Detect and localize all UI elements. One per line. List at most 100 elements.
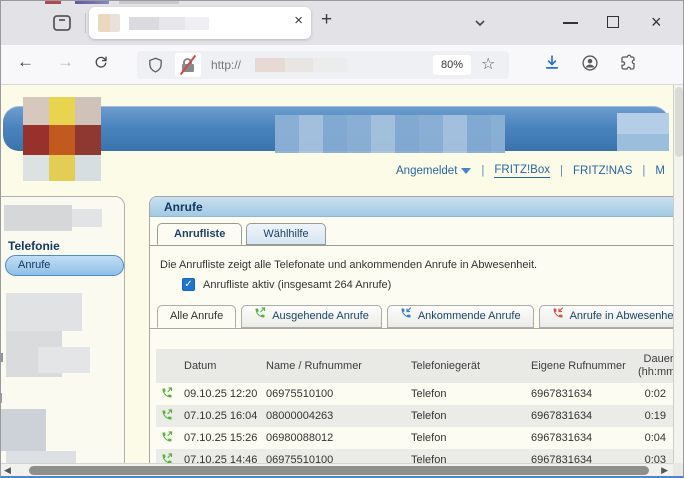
logged-in-menu[interactable]: Angemeldet [396, 165, 471, 177]
outgoing-call-icon [161, 387, 173, 402]
header-links: Angemeldet | FRITZ!Box | FRITZ!NAS | M [396, 164, 665, 178]
window-close-button[interactable]: × [651, 12, 662, 33]
insecure-lock-icon[interactable] [175, 53, 201, 77]
cell-rufnummer: 06980088012 [262, 432, 407, 444]
filter-tab-ausgehende[interactable]: Ausgehende Anrufe [241, 305, 382, 328]
missed-call-icon [552, 306, 564, 327]
anrufliste-aktiv-checkbox[interactable]: ✓ [182, 278, 195, 291]
tab-bar: × + × [1, 1, 683, 45]
horizontal-scrollbar-thumb[interactable] [29, 466, 649, 475]
cell-dauer: 0:04 [627, 432, 673, 445]
main-panel: Anrufe Anrufliste Wählhilfe Die Anruflis… [149, 196, 673, 463]
table-row: 09.10.25 12:20 06975510100 Telefon 69678… [156, 383, 673, 405]
checkbox-row: ✓ Anrufliste aktiv (insgesamt 264 Anrufe… [182, 278, 391, 291]
browser-window: × + × ← → http:// 80% ☆ [0, 0, 684, 478]
filter-tab-abwesenheit[interactable]: Anrufe in Abwesenheit [539, 305, 673, 328]
link-fritznas[interactable]: FRITZ!NAS [573, 165, 632, 177]
redacted-text-fragment [1, 353, 3, 362]
redacted-block [1, 409, 46, 451]
cell-rufnummer: 06975510100 [262, 388, 407, 400]
column-geraet: Telefoniegerät [407, 360, 527, 372]
back-button[interactable]: ← [17, 52, 34, 72]
scroll-left-arrow[interactable]: ◀ [4, 465, 11, 476]
scrollbar-corner [673, 463, 683, 477]
banner-model-redacted [617, 113, 669, 151]
dropdown-arrow-icon [461, 168, 471, 174]
table-row: 07.10.25 14:46 06975510100 Telefon 69678… [156, 449, 673, 463]
redacted-block [4, 205, 72, 231]
cell-eigene: 6967831634 [527, 388, 627, 400]
cell-rufnummer: 06975510100 [262, 454, 407, 463]
cell-eigene: 6967831634 [527, 454, 627, 463]
outgoing-call-icon [161, 453, 173, 464]
extensions-puzzle-icon[interactable] [619, 54, 637, 77]
vertical-scrollbar[interactable] [673, 85, 683, 463]
incoming-call-icon [400, 306, 412, 327]
redacted-text-fragment [1, 393, 2, 403]
outgoing-call-icon [161, 431, 173, 446]
cell-geraet: Telefon [407, 454, 527, 463]
outgoing-call-icon [254, 306, 266, 327]
cell-rufnummer: 08000004263 [262, 410, 407, 422]
reload-button[interactable] [93, 54, 109, 75]
view-tabs: Anrufliste Wählhilfe [150, 224, 673, 246]
cell-datum: 07.10.25 14:46 [180, 454, 262, 463]
cell-dauer: 0:19 [627, 410, 673, 423]
account-icon[interactable] [581, 54, 599, 77]
zoom-level-button[interactable]: 80% [433, 55, 471, 75]
window-maximize-button[interactable] [607, 16, 619, 28]
cell-geraet: Telefon [407, 432, 527, 444]
tracking-shield-icon[interactable] [147, 56, 164, 79]
link-separator: | [560, 165, 563, 177]
screen-edge-artifact [75, 1, 109, 4]
vertical-scrollbar-thumb[interactable] [675, 87, 683, 157]
url-scheme-text: http:// [211, 58, 241, 72]
sidebar-menu: Telefonie Anrufe [1, 196, 125, 463]
window-minimize-button[interactable] [563, 22, 578, 24]
call-filter-tabs: Alle Anrufe Ausgehende Anrufe Ankommende… [150, 305, 673, 329]
cell-eigene: 6967831634 [527, 432, 627, 444]
download-icon[interactable] [543, 54, 561, 77]
cell-datum: 07.10.25 16:04 [180, 410, 262, 422]
url-bar[interactable]: http:// 80% ☆ [137, 51, 509, 79]
tab-anrufliste[interactable]: Anrufliste [157, 223, 242, 245]
screen-edge-artifact [119, 1, 179, 4]
forward-button[interactable]: → [57, 52, 74, 72]
link-clipped[interactable]: M [655, 165, 665, 177]
navigation-toolbar: ← → http:// 80% ☆ [1, 45, 683, 85]
page-title: Anrufe [150, 197, 673, 217]
checkbox-label: Anrufliste aktiv (insgesamt 264 Anrufe) [203, 279, 391, 291]
cell-eigene: 6967831634 [527, 410, 627, 422]
bookmark-star-icon[interactable]: ☆ [481, 54, 495, 74]
table-row: 07.10.25 15:26 06980088012 Telefon 69678… [156, 427, 673, 449]
filter-tab-ankommende[interactable]: Ankommende Anrufe [387, 305, 534, 328]
description-text: Die Anrufliste zeigt alle Telefonate und… [160, 259, 537, 271]
column-dauer: Dauer(hh:mm) [627, 353, 673, 379]
banner-title-redacted [275, 115, 505, 153]
link-separator: | [642, 165, 645, 177]
tab-waehlhilfe[interactable]: Wählhilfe [246, 223, 325, 245]
cell-geraet: Telefon [407, 388, 527, 400]
tab-favicon-redacted [98, 14, 120, 32]
table-header-row: Datum Name / Rufnummer Telefoniegerät Ei… [156, 349, 673, 383]
link-separator: | [481, 165, 484, 177]
new-tab-button[interactable]: + [321, 9, 332, 31]
list-tabs-chevron-icon[interactable] [473, 16, 487, 35]
link-fritzbox[interactable]: FRITZ!Box [494, 164, 550, 178]
scroll-right-arrow[interactable]: ▶ [661, 465, 668, 476]
cell-datum: 09.10.25 12:20 [180, 388, 262, 400]
column-datum: Datum [180, 360, 262, 372]
tab-close-icon[interactable]: × [294, 12, 303, 29]
page-viewport: Angemeldet | FRITZ!Box | FRITZ!NAS | M T… [1, 85, 673, 463]
horizontal-scrollbar[interactable]: ◀ ▶ [1, 463, 673, 477]
sidebar-item-anrufe-active[interactable]: Anrufe [5, 255, 124, 276]
filter-tab-alle-anrufe[interactable]: Alle Anrufe [157, 305, 236, 328]
column-name: Name / Rufnummer [262, 360, 407, 372]
firefox-view-icon[interactable] [51, 12, 73, 34]
redacted-block [72, 209, 102, 227]
sidebar-section-telefonie: Telefonie [8, 239, 60, 253]
redacted-block [6, 293, 82, 331]
redacted-block [38, 347, 90, 373]
browser-tab[interactable]: × [89, 7, 311, 39]
tab-divider [85, 13, 86, 33]
